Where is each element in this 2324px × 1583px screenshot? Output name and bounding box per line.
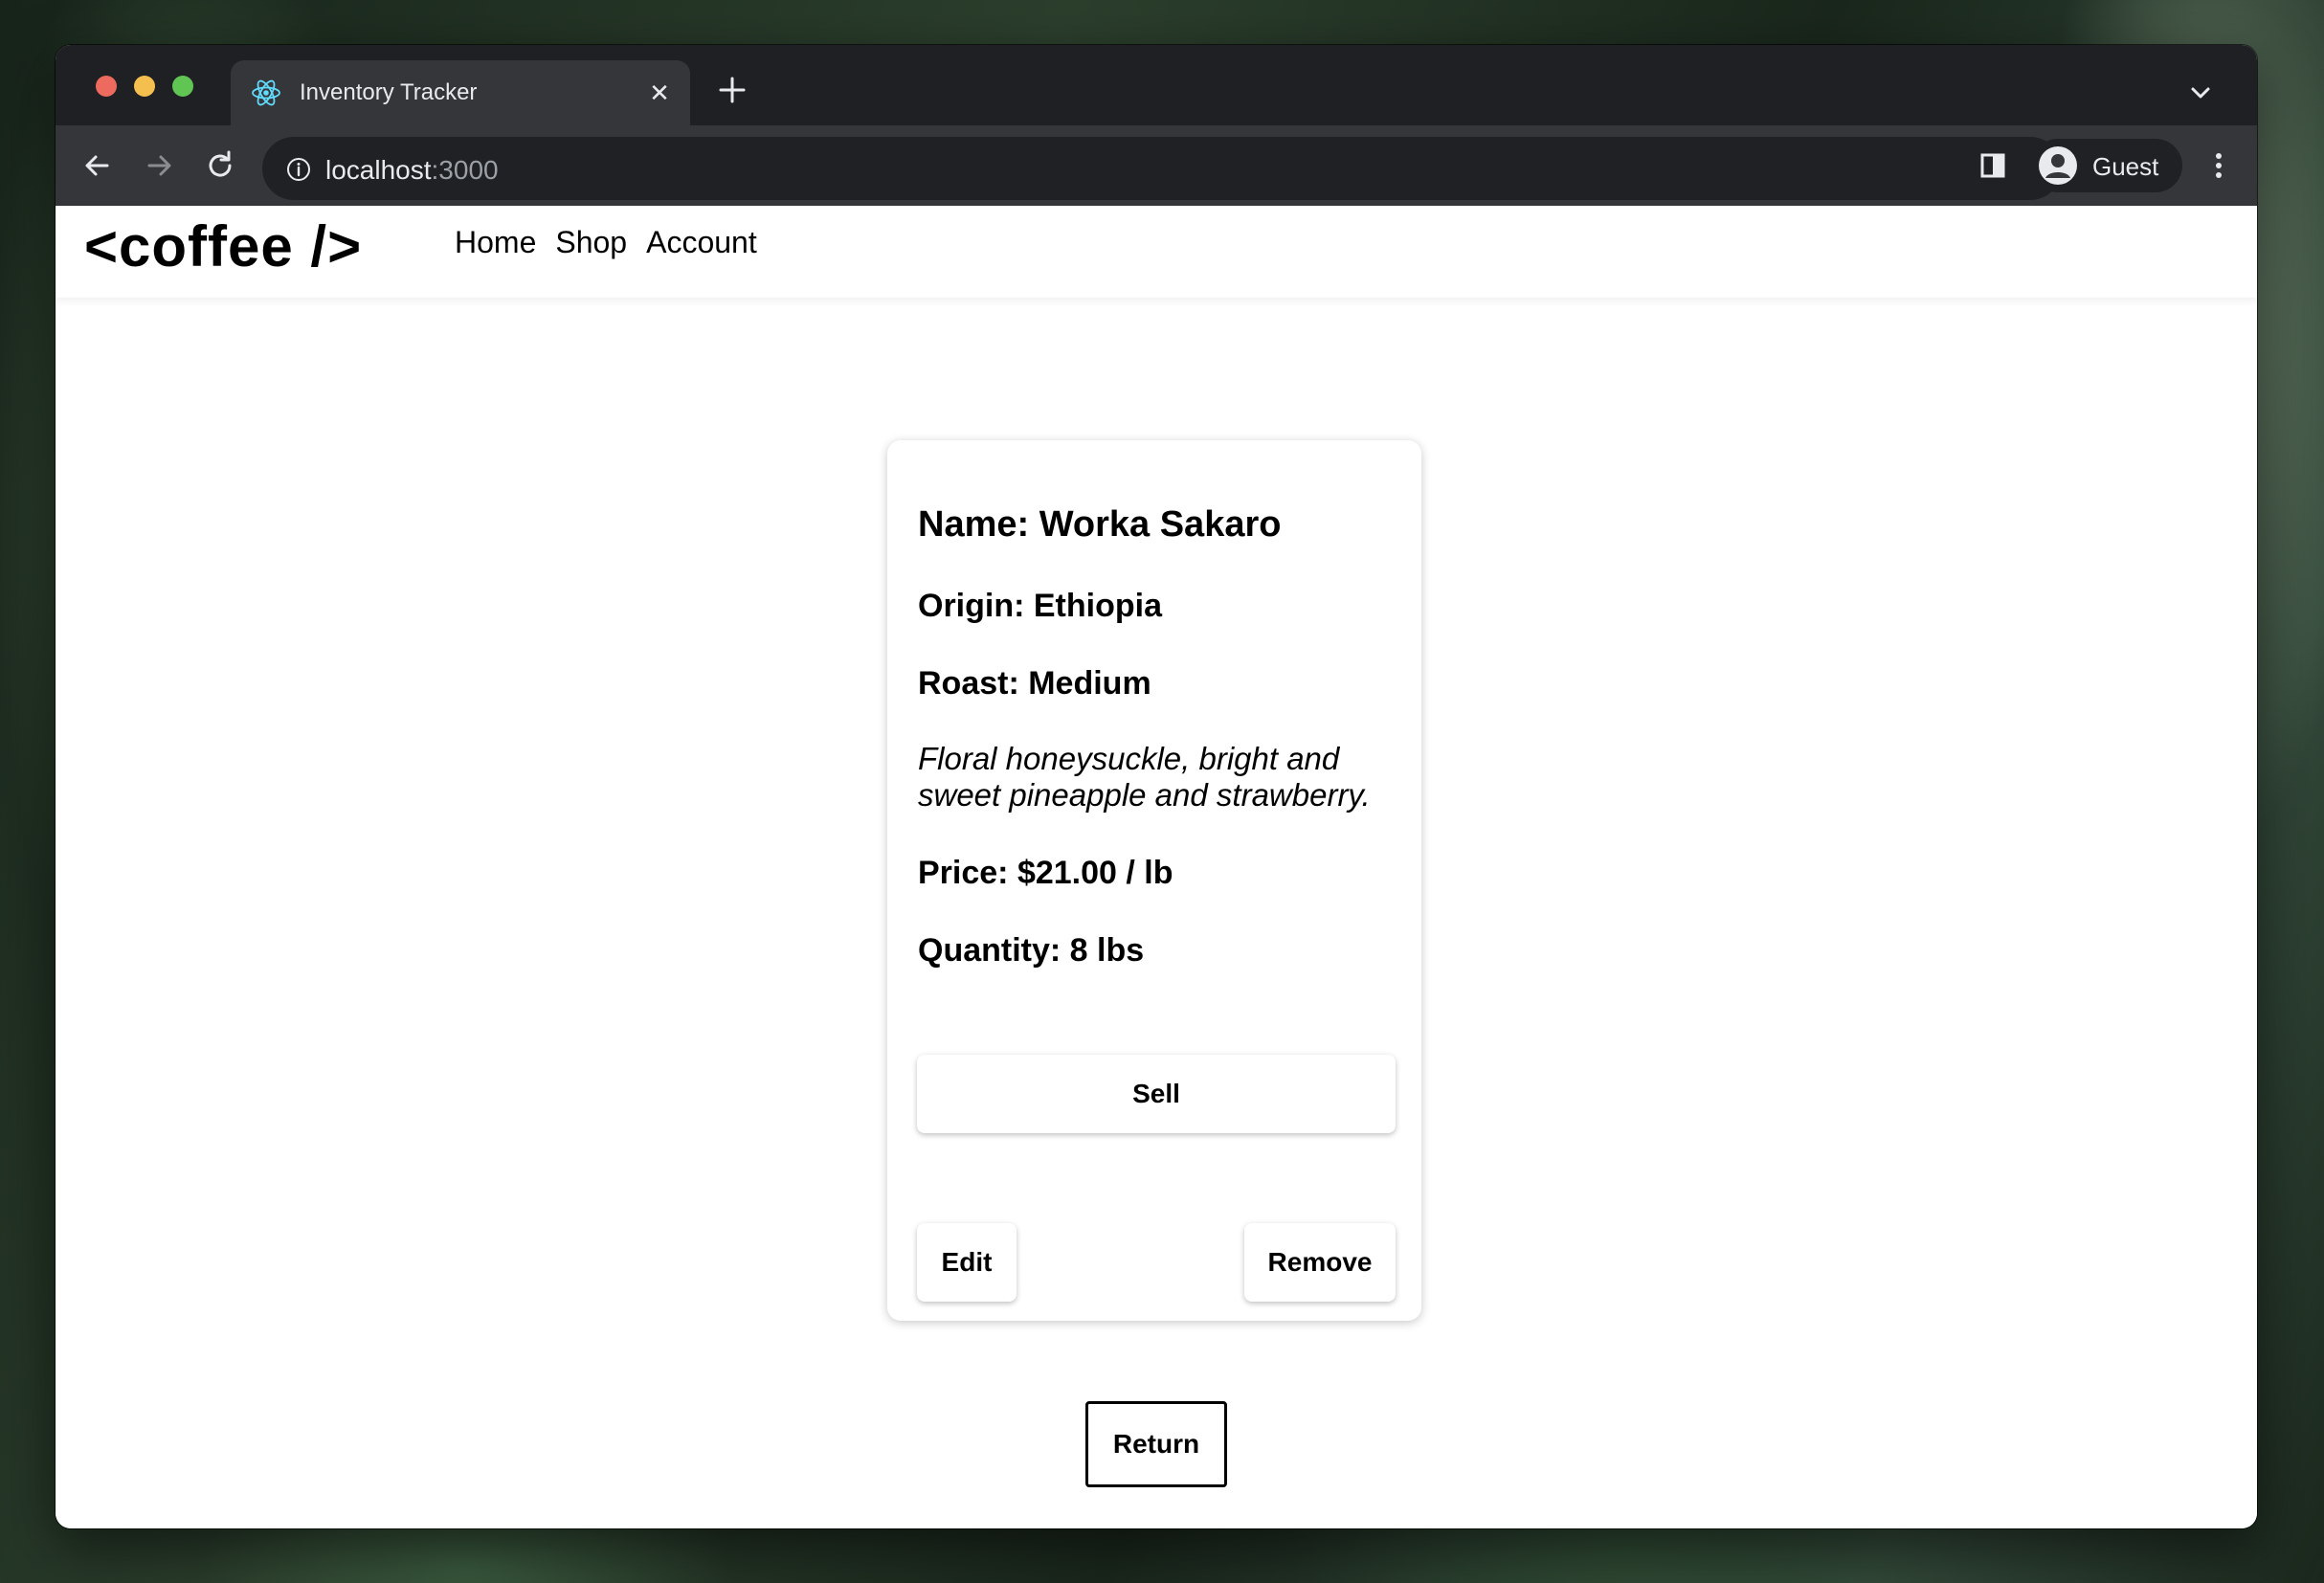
site-logo[interactable]: <coffee /> bbox=[84, 213, 362, 279]
product-roast: Roast: Medium bbox=[918, 665, 1151, 702]
url-text: localhost:3000 bbox=[325, 155, 499, 186]
minimize-window-button[interactable] bbox=[134, 76, 155, 97]
product-name: Name: Worka Sakaro bbox=[918, 504, 1282, 545]
nav-shop[interactable]: Shop bbox=[555, 225, 627, 260]
close-window-button[interactable] bbox=[96, 76, 117, 97]
nav-home[interactable]: Home bbox=[455, 225, 536, 260]
active-tab[interactable]: Inventory Tracker ✕ bbox=[231, 60, 690, 125]
edit-button[interactable]: Edit bbox=[917, 1223, 1017, 1302]
profile-button[interactable]: Guest bbox=[2031, 139, 2182, 192]
info-icon[interactable] bbox=[285, 156, 312, 183]
url-port: :3000 bbox=[431, 155, 499, 185]
address-bar[interactable]: localhost:3000 bbox=[262, 137, 2062, 200]
product-description: Floral honeysuckle, bright and sweet pin… bbox=[918, 741, 1371, 813]
plus-icon[interactable] bbox=[716, 74, 749, 106]
profile-name: Guest bbox=[2092, 152, 2159, 181]
close-icon[interactable]: ✕ bbox=[644, 78, 675, 108]
reload-icon[interactable] bbox=[201, 146, 239, 185]
product-card: Name: Worka Sakaro Origin: Ethiopia Roas… bbox=[887, 440, 1421, 1321]
browser-window: Inventory Tracker ✕ localhost:3000 Guest… bbox=[56, 45, 2257, 1528]
site-header: <coffee /> Home Shop Account bbox=[56, 206, 2257, 298]
avatar-icon bbox=[2039, 146, 2077, 185]
kebab-menu-icon[interactable] bbox=[2200, 146, 2238, 185]
page-content: <coffee /> Home Shop Account Name: Worka… bbox=[56, 206, 2257, 1528]
sell-button[interactable]: Sell bbox=[917, 1055, 1396, 1133]
remove-button[interactable]: Remove bbox=[1244, 1223, 1396, 1302]
nav-account[interactable]: Account bbox=[646, 225, 757, 260]
browser-toolbar: localhost:3000 Guest bbox=[56, 125, 2257, 207]
chevron-down-icon[interactable] bbox=[2188, 80, 2213, 105]
return-button[interactable]: Return bbox=[1085, 1401, 1227, 1487]
product-quantity: Quantity: 8 lbs bbox=[918, 932, 1145, 969]
arrow-left-icon[interactable] bbox=[78, 146, 117, 185]
tab-strip: Inventory Tracker ✕ bbox=[56, 45, 2257, 125]
react-atom-icon bbox=[252, 79, 280, 106]
product-price: Price: $21.00 / lb bbox=[918, 855, 1173, 891]
side-panel-icon[interactable] bbox=[1974, 146, 2012, 185]
site-nav: Home Shop Account bbox=[455, 225, 757, 260]
url-host: localhost bbox=[325, 155, 432, 185]
maximize-window-button[interactable] bbox=[172, 76, 193, 97]
arrow-right-icon[interactable] bbox=[140, 146, 178, 185]
tab-title: Inventory Tracker bbox=[300, 79, 478, 105]
product-origin: Origin: Ethiopia bbox=[918, 588, 1162, 624]
